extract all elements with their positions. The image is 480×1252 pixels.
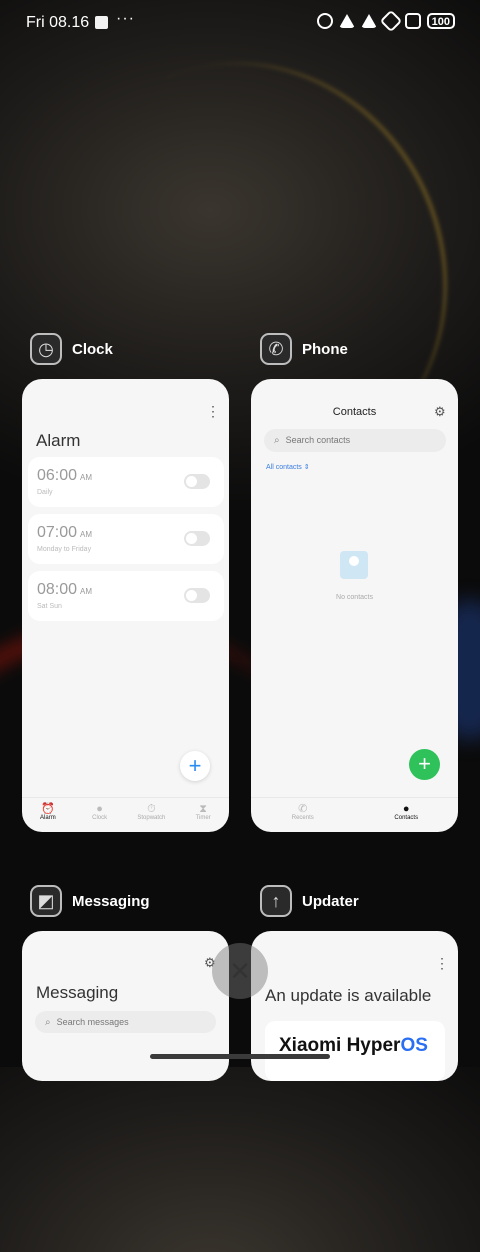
person-icon: ● xyxy=(402,803,410,815)
tab-clock[interactable]: ● Clock xyxy=(74,798,126,832)
tab-stopwatch[interactable]: ⏱ Stopwatch xyxy=(126,798,178,832)
messaging-icon: ◩ xyxy=(30,885,62,917)
alarm-item[interactable]: 07:00 AM Monday to Friday xyxy=(28,514,224,564)
alarm-icon: ⏰ xyxy=(41,803,55,815)
more-options-icon[interactable]: ⋮ xyxy=(206,403,220,420)
notification-square-icon xyxy=(95,16,108,29)
app-icon xyxy=(404,13,421,29)
alarm-repeat: Sat Sun xyxy=(37,603,62,610)
close-all-button[interactable]: ✕ xyxy=(212,943,268,999)
search-input[interactable]: ⌕ Search contacts xyxy=(264,429,446,452)
status-bar: Fri 08.16 ··· 100 xyxy=(0,0,480,46)
bottom-nav: ⏰ Alarm ● Clock ⏱ Stopwatch ⧗ Timer xyxy=(22,797,229,832)
search-placeholder: Search contacts xyxy=(285,435,351,445)
search-placeholder: Search messages xyxy=(56,1017,129,1027)
wifi-icon xyxy=(379,9,402,33)
alarm-time: 07:00 AM xyxy=(37,524,93,541)
search-icon: ⌕ xyxy=(274,435,280,446)
app-name: Phone xyxy=(302,340,348,358)
page-title: An update is available xyxy=(265,986,432,1005)
alarm-item[interactable]: 08:00 AM Sat Sun xyxy=(28,571,224,621)
alarm-toggle[interactable] xyxy=(184,588,210,603)
contact-placeholder-icon xyxy=(340,551,368,579)
page-title: Contacts xyxy=(332,406,377,418)
app-card-phone[interactable]: Contacts ⚙ ⌕ Search contacts All contacts… xyxy=(251,379,458,832)
alarm-time: 08:00 AM xyxy=(37,581,93,598)
app-header-updater[interactable]: ↑ Updater xyxy=(260,885,359,917)
battery-icon: 100 xyxy=(426,13,455,29)
app-header-phone[interactable]: ✆ Phone xyxy=(260,333,348,365)
stopwatch-icon: ⏱ xyxy=(147,803,156,815)
phone-icon: ✆ xyxy=(260,333,292,365)
bottom-nav: ✆ Recents ● Contacts xyxy=(251,797,458,832)
alarm-toggle[interactable] xyxy=(184,531,210,546)
add-alarm-button[interactable]: + xyxy=(180,751,210,781)
tab-timer[interactable]: ⧗ Timer xyxy=(177,798,229,832)
clock-icon: ◷ xyxy=(30,333,62,365)
search-icon: ⌕ xyxy=(45,1017,51,1028)
more-notifications-icon: ··· xyxy=(116,10,135,27)
add-contact-button[interactable]: + xyxy=(409,749,440,780)
clock-icon: ● xyxy=(96,803,103,815)
tab-contacts[interactable]: ● Contacts xyxy=(355,798,459,832)
alarm-time: 06:00 AM xyxy=(37,467,93,484)
more-options-icon[interactable]: ⋮ xyxy=(435,955,449,972)
page-title: Messaging xyxy=(36,983,119,1002)
search-input[interactable]: ⌕ Search messages xyxy=(35,1011,216,1033)
settings-icon[interactable]: ⚙ xyxy=(434,404,446,420)
alarm-item[interactable]: 06:00 AM Daily xyxy=(28,457,224,507)
page-title: Alarm xyxy=(36,431,81,450)
empty-state-text: No contacts xyxy=(336,594,373,601)
alarm-repeat: Monday to Friday xyxy=(37,546,92,553)
alarm-toggle[interactable] xyxy=(184,474,210,489)
signal-icon xyxy=(338,14,355,28)
status-time: Fri 08.16 xyxy=(26,14,90,31)
app-name: Clock xyxy=(72,340,113,358)
app-name: Updater xyxy=(302,892,359,910)
tab-recents[interactable]: ✆ Recents xyxy=(251,798,355,832)
bluetooth-icon xyxy=(316,13,333,29)
app-card-clock[interactable]: ⋮ Alarm 06:00 AM Daily 07:00 AM Monday to … xyxy=(22,379,229,832)
contacts-filter[interactable]: All contacts ⇕ xyxy=(266,463,310,471)
alarm-repeat: Daily xyxy=(37,489,53,496)
app-name: Messaging xyxy=(72,892,150,910)
app-header-clock[interactable]: ◷ Clock xyxy=(30,333,113,365)
tab-alarm[interactable]: ⏰ Alarm xyxy=(22,798,74,832)
update-banner: Xiaomi HyperOS xyxy=(265,1021,445,1081)
timer-icon: ⧗ xyxy=(199,803,207,815)
app-header-messaging[interactable]: ◩ Messaging xyxy=(30,885,150,917)
signal-icon xyxy=(360,14,377,28)
status-icons: 100 xyxy=(316,9,455,33)
updater-icon: ↑ xyxy=(260,885,292,917)
home-indicator[interactable] xyxy=(150,1054,330,1059)
phone-icon: ✆ xyxy=(298,803,308,815)
